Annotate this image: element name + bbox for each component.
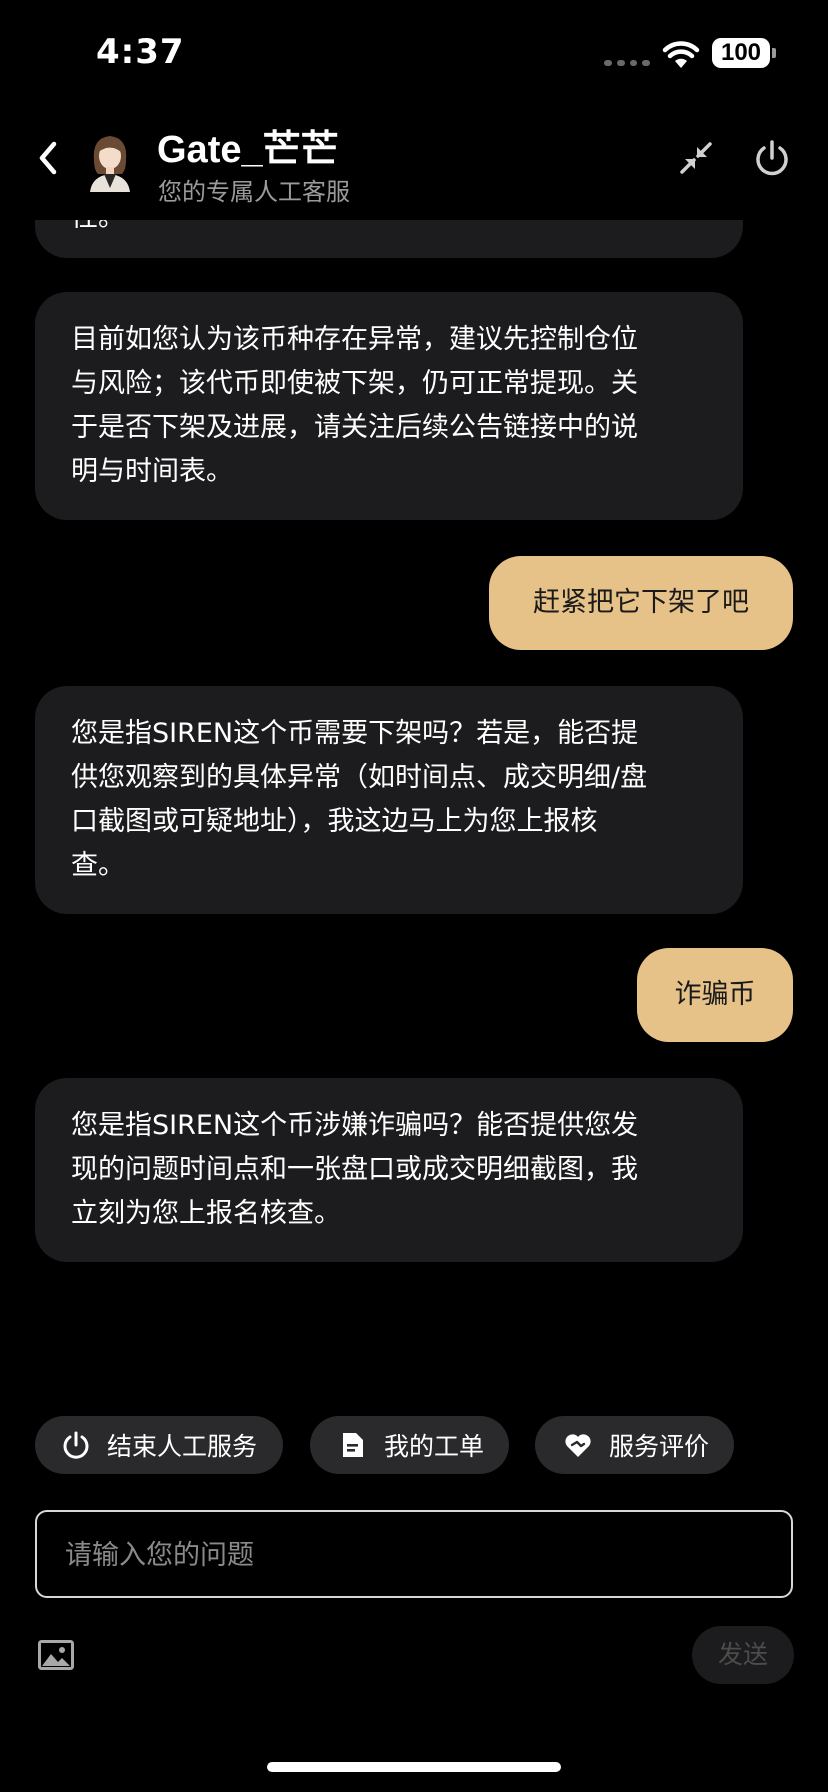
message-input[interactable] [63, 1512, 767, 1598]
power-icon [63, 1431, 89, 1459]
home-indicator[interactable] [267, 1762, 561, 1772]
chat-header: Gate_芒芒 您的专属人工客服 [0, 100, 828, 220]
end-service-button[interactable]: 结束人工服务 [35, 1416, 283, 1474]
power-icon[interactable] [752, 138, 792, 178]
agent-subtitle: 您的专属人工客服 [158, 178, 350, 206]
document-icon [343, 1433, 363, 1457]
chevron-left-icon[interactable] [30, 136, 64, 180]
service-rating-label: 服务评价 [609, 1432, 710, 1461]
image-icon[interactable] [38, 1640, 74, 1670]
end-service-label: 结束人工服务 [107, 1432, 258, 1461]
message-input-box[interactable] [35, 1510, 793, 1598]
agent-message: 目前如您认为该币种存在异常，建议先控制仓位 与风险；该代币即使被下架，仍可正常提… [35, 292, 743, 520]
agent-avatar [90, 136, 130, 192]
user-message: 诈骗币 [637, 948, 793, 1042]
agent-name: Gate_芒芒 [157, 129, 339, 171]
user-message: 赶紧把它下架了吧 [489, 556, 793, 650]
service-rating-button[interactable]: 服务评价 [535, 1416, 734, 1474]
agent-message: 您是指SIREN这个币需要下架吗？若是，能否提 供您观察到的具体异常（如时间点、… [35, 686, 743, 914]
collapse-arrows-icon[interactable] [676, 138, 716, 178]
agent-message: 您是指SIREN这个币涉嫌诈骗吗？能否提供您发 现的问题时间点和一张盘口或成交明… [35, 1078, 743, 1262]
send-button[interactable]: 发送 [692, 1626, 794, 1684]
heart-handshake-icon [565, 1434, 591, 1457]
my-tickets-button[interactable]: 我的工单 [310, 1416, 509, 1474]
my-tickets-label: 我的工单 [384, 1432, 485, 1461]
